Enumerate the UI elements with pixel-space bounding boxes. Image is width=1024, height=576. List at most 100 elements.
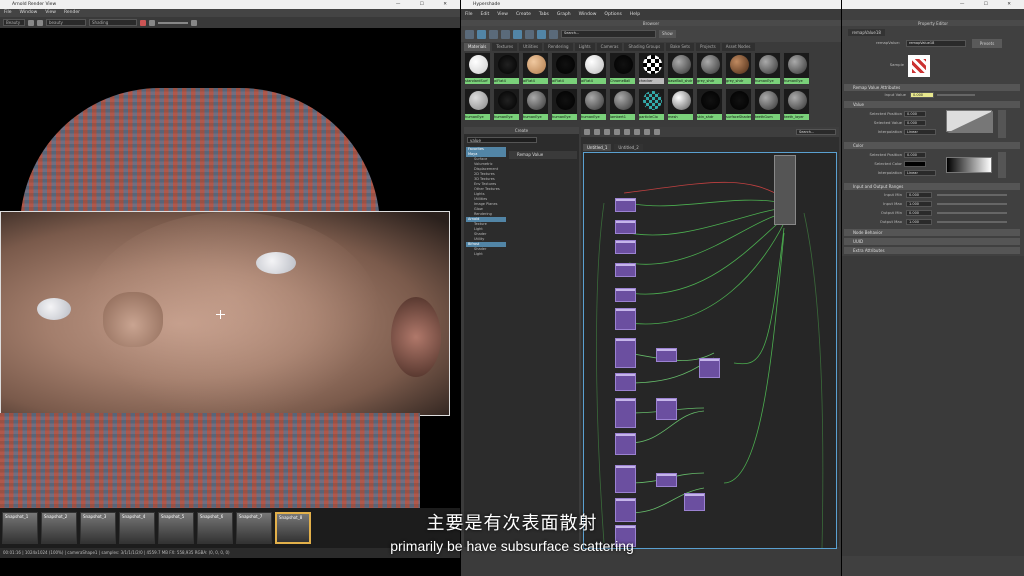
input-max-field[interactable]: 1.000 — [906, 201, 932, 207]
value-interp-dropdown[interactable]: Linear — [904, 129, 936, 135]
color-channel-icon[interactable] — [140, 19, 146, 26]
render-region[interactable] — [0, 211, 450, 416]
section-uuid[interactable]: UUID — [844, 238, 1020, 245]
region-icon[interactable] — [191, 19, 197, 26]
color-ramp-expand-button[interactable] — [998, 152, 1006, 178]
presets-button[interactable]: Presets — [972, 39, 1002, 48]
view-icon[interactable] — [537, 29, 546, 39]
tab-untitled-1[interactable]: Untitled_1 — [583, 144, 612, 151]
tab-rendering[interactable]: Rendering — [544, 43, 573, 51]
output-min-field[interactable]: 0.000 — [906, 210, 932, 216]
graph-node[interactable] — [615, 308, 636, 330]
tab-cameras[interactable]: Cameras — [596, 43, 623, 51]
input-value-field[interactable]: 0.000 — [910, 92, 934, 98]
graph-node[interactable] — [656, 473, 677, 487]
menu-graph[interactable]: Graph — [557, 11, 571, 19]
graph-output-icon[interactable] — [594, 129, 600, 135]
graph-node[interactable] — [615, 465, 636, 493]
create-search-input[interactable]: value — [467, 137, 537, 143]
section-remap-value-attributes[interactable]: Remap Value Attributes — [844, 84, 1020, 91]
exposure-icon[interactable] — [149, 19, 155, 26]
material-swatch[interactable]: humanEye — [464, 88, 491, 121]
menu-file[interactable]: File — [4, 9, 12, 17]
material-swatch[interactable]: humanEye — [493, 88, 520, 121]
graph-node[interactable] — [699, 358, 720, 378]
graph-node[interactable] — [656, 398, 677, 420]
output-max-field[interactable]: 1.000 — [906, 219, 932, 225]
value-position-field[interactable]: 0.000 — [904, 111, 926, 117]
frame-all-icon[interactable] — [614, 129, 620, 135]
menu-file[interactable]: File — [465, 11, 473, 19]
menu-view[interactable]: View — [497, 11, 508, 19]
material-swatch[interactable]: lambert1 — [609, 88, 636, 121]
node-tab[interactable]: remapValue18 — [848, 29, 885, 36]
material-swatch[interactable]: grey_shdr — [696, 52, 723, 85]
tab-materials[interactable]: Materials — [464, 43, 491, 51]
render-icon[interactable] — [28, 19, 34, 26]
menu-options[interactable]: Options — [604, 11, 621, 19]
section-value[interactable]: Value — [844, 101, 1020, 108]
graph-node[interactable] — [656, 348, 677, 362]
graph-node[interactable] — [615, 433, 636, 455]
graph-search-input[interactable]: Search... — [796, 129, 836, 135]
browser-search-input[interactable]: Search... — [561, 30, 656, 38]
exposure-slider[interactable] — [158, 21, 188, 24]
input-min-slider[interactable] — [937, 194, 1007, 196]
value-ramp-graph[interactable] — [946, 110, 993, 133]
graph-node[interactable] — [615, 398, 636, 428]
material-swatch[interactable]: checker — [638, 52, 665, 85]
color-position-field[interactable]: 0.000 — [904, 152, 926, 158]
sort-time-icon[interactable] — [525, 29, 534, 39]
menu-edit[interactable]: Edit — [481, 11, 490, 19]
shading-dropdown[interactable]: Shading — [89, 19, 137, 26]
section-color[interactable]: Color — [844, 142, 1020, 149]
tab-lights[interactable]: Lights — [574, 43, 595, 51]
camera-dropdown[interactable]: beauty — [46, 19, 86, 26]
material-swatch[interactable]: baseBall_shdr — [667, 52, 694, 85]
graph-node[interactable] — [615, 220, 636, 234]
input-max-slider[interactable] — [937, 203, 1007, 205]
window-controls[interactable]: — ☐ ✕ — [960, 0, 1020, 9]
color-interp-dropdown[interactable]: Linear — [904, 170, 936, 176]
menu-create[interactable]: Create — [516, 11, 531, 19]
shading-engine-node[interactable] — [774, 155, 796, 225]
node-graph-canvas[interactable] — [583, 152, 837, 549]
material-swatch[interactable]: skin_shdr — [696, 88, 723, 121]
color-ramp[interactable] — [946, 157, 992, 173]
full-mode-icon[interactable] — [654, 129, 660, 135]
input-min-field[interactable]: 0.000 — [906, 192, 932, 198]
material-swatch[interactable]: grey_shdr — [725, 52, 752, 85]
graph-node[interactable] — [615, 198, 636, 212]
graph-node[interactable] — [615, 288, 636, 302]
material-swatch[interactable]: aiFlat4 — [551, 52, 578, 85]
tab-textures[interactable]: Textures — [492, 43, 518, 51]
material-swatch[interactable]: humanEye — [551, 88, 578, 121]
selected-color-swatch[interactable] — [904, 161, 926, 167]
value-ramp-expand-button[interactable] — [998, 110, 1006, 138]
graph-node[interactable] — [615, 263, 636, 277]
sort-icon[interactable] — [501, 29, 510, 39]
material-swatch[interactable]: ChromeBall — [609, 52, 636, 85]
material-swatch[interactable]: mesh — [667, 88, 694, 121]
output-max-slider[interactable] — [937, 221, 1007, 223]
material-swatch[interactable]: teeth_layer — [783, 88, 810, 121]
create-tree-item[interactable]: Light — [466, 252, 506, 257]
value-selected-field[interactable]: 0.000 — [904, 120, 926, 126]
material-swatch[interactable]: particleClo — [638, 88, 665, 121]
graph-node[interactable] — [615, 240, 636, 254]
material-swatch[interactable]: aiFlat4 — [493, 52, 520, 85]
tab-asset-nodes[interactable]: Asset Nodes — [721, 43, 755, 51]
menu-window[interactable]: Window — [20, 9, 38, 17]
tab-bake-sets[interactable]: Bake Sets — [666, 43, 694, 51]
material-swatch[interactable]: standardSurf — [464, 52, 491, 85]
material-swatch[interactable]: aiFlat4 — [522, 52, 549, 85]
render-viewport[interactable] — [0, 28, 460, 508]
section-extra-attributes[interactable]: Extra Attributes — [844, 247, 1020, 254]
input-value-slider[interactable] — [937, 94, 975, 96]
material-swatch[interactable]: humanEye — [783, 52, 810, 85]
tab-untitled-2[interactable]: Untitled_2 — [614, 144, 643, 151]
menu-view[interactable]: View — [45, 9, 56, 17]
refresh-icon[interactable] — [37, 19, 43, 26]
layout-icon[interactable] — [624, 129, 630, 135]
menu-tabs[interactable]: Tabs — [539, 11, 549, 19]
